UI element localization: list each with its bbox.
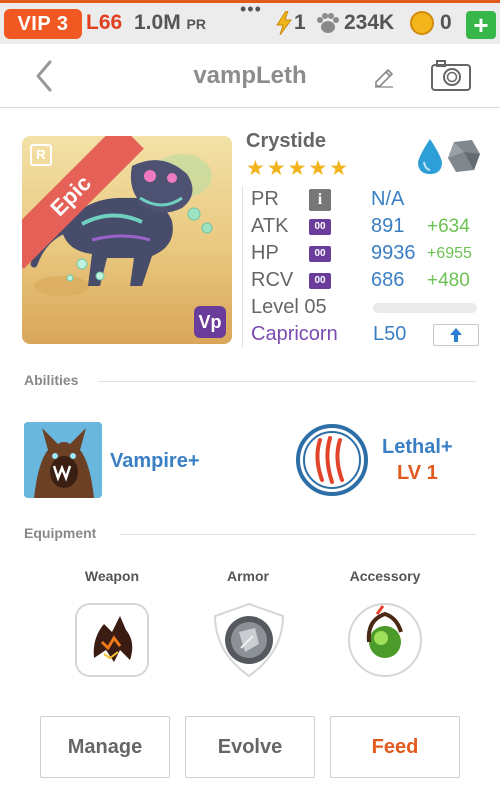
gold-counter[interactable]: 234K (316, 11, 394, 35)
zodiac-level: L50 (373, 323, 407, 345)
rock-element-icon (448, 140, 480, 172)
feed-button[interactable]: Feed (330, 716, 460, 778)
arrow-up-icon (450, 327, 462, 342)
camera-icon[interactable] (430, 58, 472, 92)
rcv-tag: 00 (309, 272, 331, 289)
add-currency-button[interactable]: + (466, 11, 496, 39)
atk-tag: 00 (309, 218, 331, 235)
chevron-left-icon[interactable] (30, 56, 60, 96)
rank-badge: R (30, 144, 52, 166)
ability-name-vampire[interactable]: Vampire+ (110, 450, 200, 473)
stat-value-atk: 891 (371, 215, 405, 237)
level-progress-bar (373, 302, 477, 313)
stat-label-rcv: RCV (251, 269, 294, 291)
stat-value-hp: 9936 (371, 242, 416, 264)
abilities-heading: Abilities (24, 372, 79, 388)
star-rating: ★★★★★ (246, 157, 351, 180)
upgrade-button[interactable] (433, 323, 479, 346)
element-icons (418, 139, 480, 174)
info-icon[interactable]: i (309, 188, 331, 211)
equipment-label-armor: Armor (226, 568, 269, 584)
stat-row-pr: PR i N/A (251, 186, 480, 213)
more-dots: ••• (240, 0, 262, 19)
stat-row-atk: ATK 00 891 +634 (251, 213, 480, 240)
stat-label-hp: HP (251, 242, 279, 264)
pencil-icon[interactable] (372, 64, 396, 88)
equipment-label-weapon: Weapon (84, 568, 140, 584)
werewolf-icon (24, 422, 102, 498)
level-label: Level 05 (251, 296, 327, 318)
level-row: Level 05 (251, 294, 480, 321)
stat-icon-slot: 00 (309, 244, 331, 264)
claw-slash-icon[interactable] (296, 424, 368, 496)
hp-tag: 00 (309, 245, 331, 262)
monster-portrait[interactable]: Epic R Vp (22, 136, 232, 344)
zodiac-label: Capricorn (251, 323, 338, 345)
energy-value: 1 (294, 11, 306, 34)
lightning-icon (276, 11, 292, 35)
stat-label-atk: ATK (251, 215, 289, 237)
ability-name-lethal[interactable]: Lethal+ (382, 436, 453, 459)
evolve-button[interactable]: Evolve (185, 716, 315, 778)
water-element-icon (418, 139, 442, 174)
status-bar: VIP 3 L66 1.0M PR ••• 1 234K 0 + (0, 0, 500, 44)
stat-label-pr: PR (251, 188, 279, 210)
stat-bonus-rcv: +480 (427, 269, 470, 291)
stat-row-hp: HP 00 9936 +6955 (251, 240, 480, 267)
monster-name: Crystide (246, 130, 327, 152)
player-level: L66 (86, 11, 123, 34)
stat-icon-slot: i (309, 188, 331, 211)
coin-icon (410, 11, 434, 35)
player-power-unit: PR (186, 16, 206, 32)
coin-value: 0 (440, 11, 452, 34)
gold-paw-icon (317, 13, 339, 33)
energy-counter[interactable]: 1 (276, 11, 306, 35)
stone-shield-armor-icon[interactable] (211, 602, 287, 678)
equipment-heading: Equipment (24, 525, 97, 541)
section-divider (120, 534, 476, 535)
stats-panel: PR i N/A ATK 00 891 +634 HP 00 9936 +695… (242, 186, 480, 348)
stat-value-rcv: 686 (371, 269, 405, 291)
stat-bonus-atk: +634 (427, 215, 470, 237)
stat-icon-slot: 00 (309, 217, 331, 237)
player-power-value: 1.0M (134, 11, 181, 34)
page-title: vampLeth (193, 62, 307, 89)
stat-row-rcv: RCV 00 686 +480 (251, 267, 480, 294)
page-header: vampLeth (0, 44, 500, 108)
section-divider (98, 381, 476, 382)
corner-badge: Vp (194, 306, 226, 338)
ability-icon-vampire[interactable] (24, 422, 102, 498)
green-orb-accessory-icon[interactable] (347, 602, 423, 678)
coin-counter[interactable]: 0 (410, 11, 452, 35)
vip-badge[interactable]: VIP 3 (4, 9, 82, 39)
equipment-label-accessory: Accessory (349, 568, 421, 584)
gold-value: 234K (344, 11, 395, 34)
ability-level-lethal: LV 1 (397, 462, 438, 484)
stat-bonus-hp: +6955 (427, 244, 472, 262)
stat-value-pr: N/A (371, 188, 405, 210)
player-power: 1.0M PR (134, 11, 206, 35)
manage-button[interactable]: Manage (40, 716, 170, 778)
zodiac-row: Capricorn L50 (251, 321, 480, 348)
lava-claw-weapon-icon[interactable] (74, 602, 150, 678)
stat-icon-slot: 00 (309, 271, 331, 291)
